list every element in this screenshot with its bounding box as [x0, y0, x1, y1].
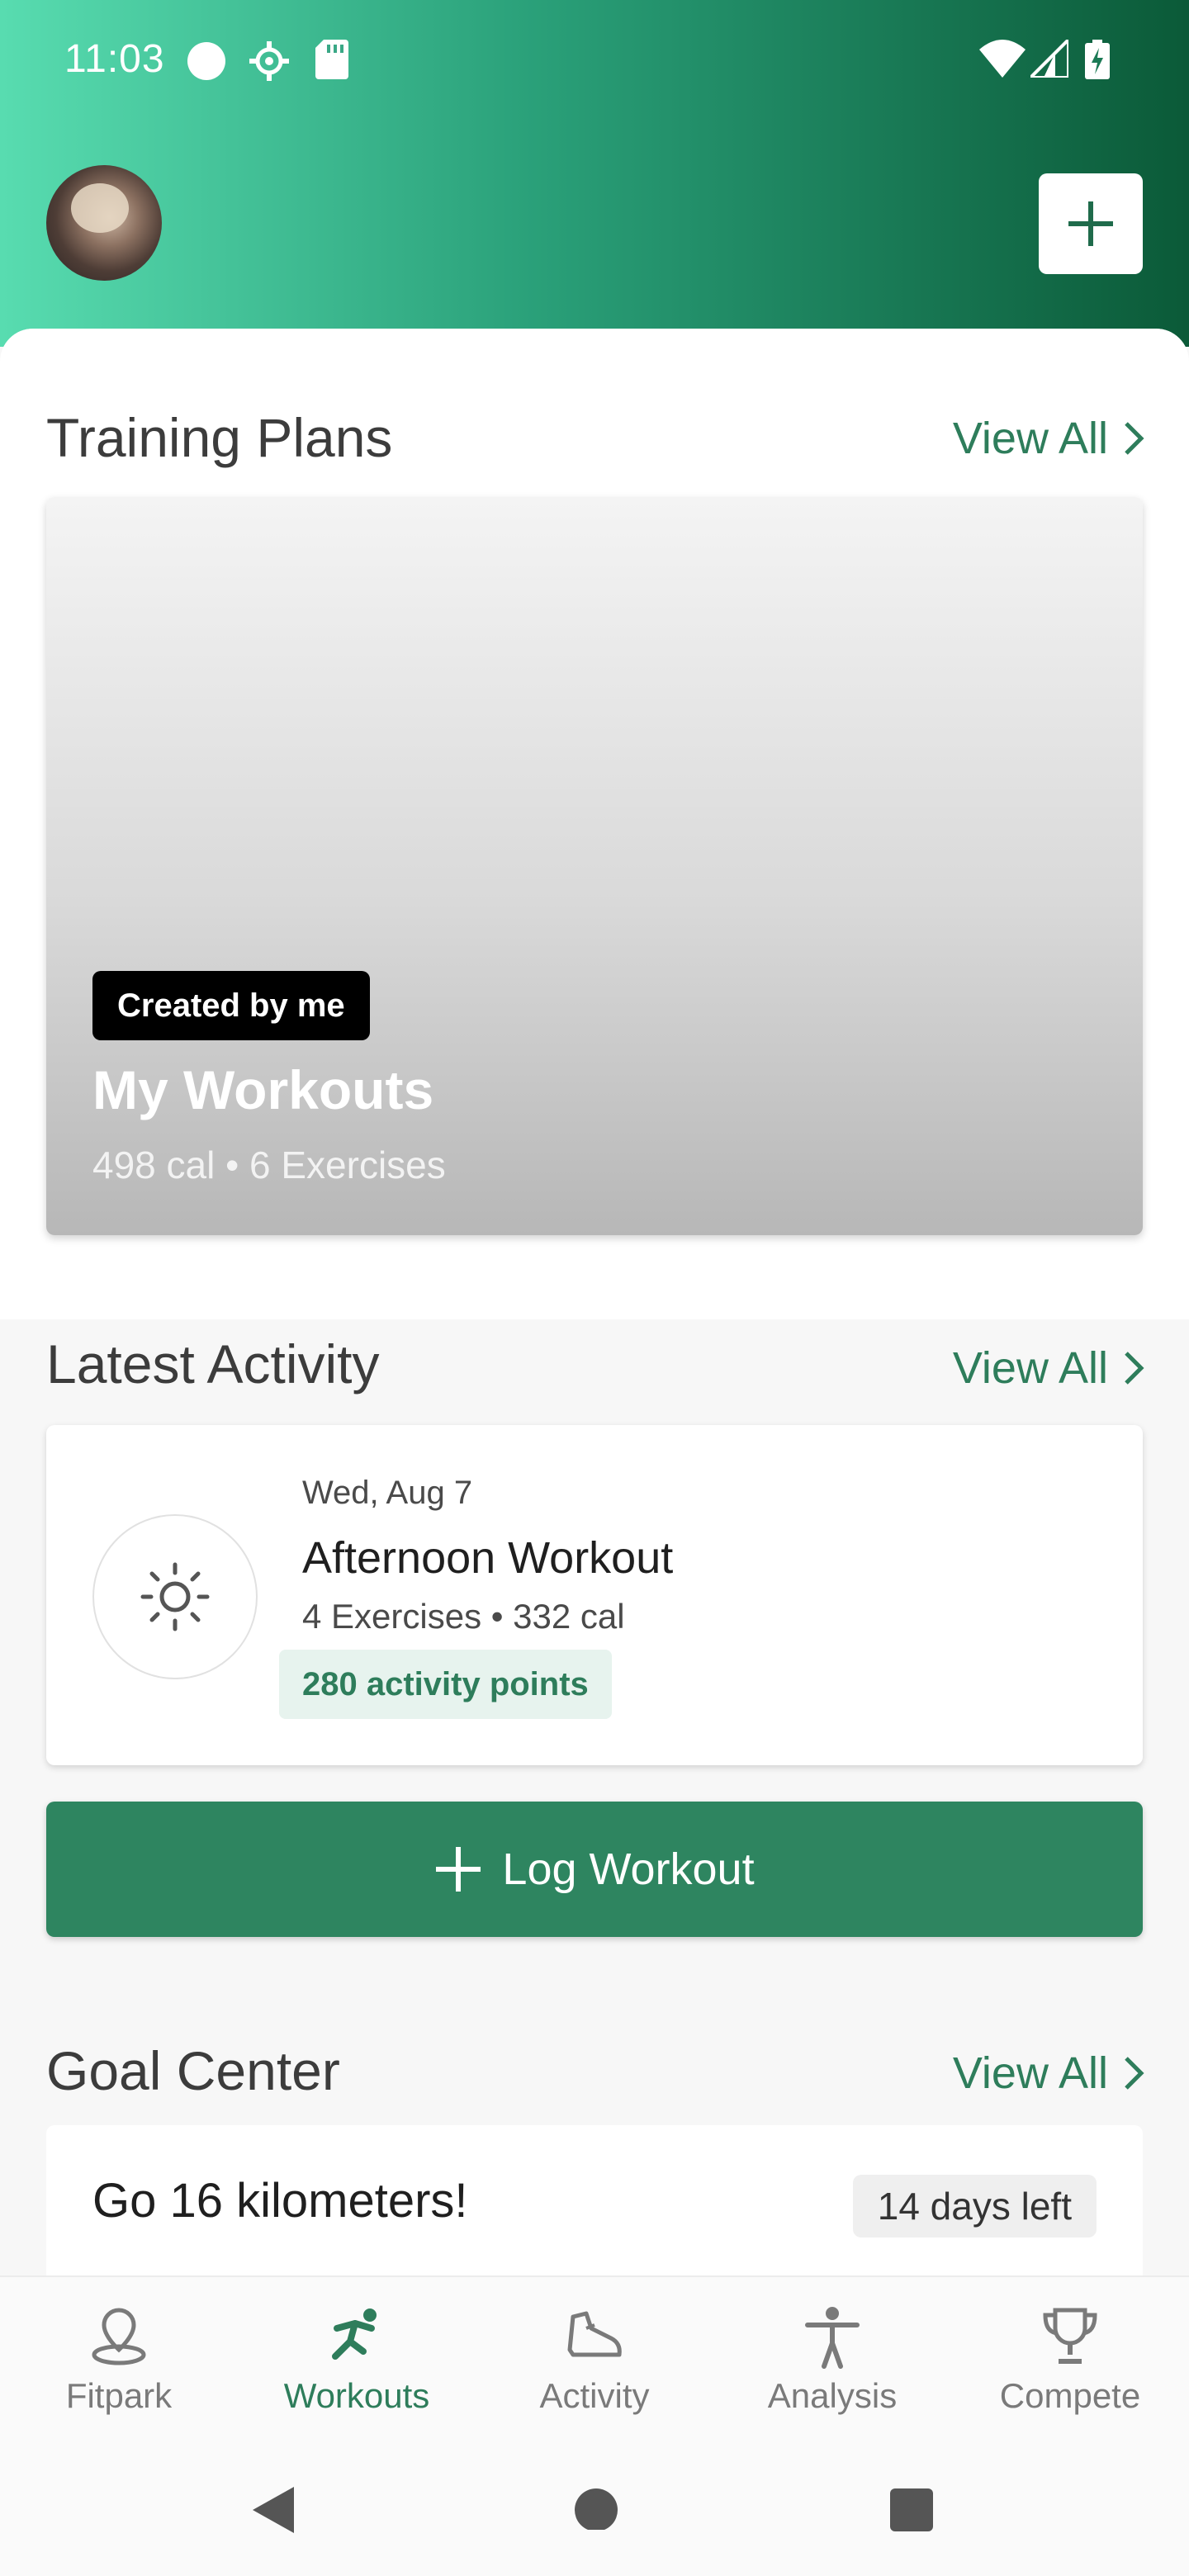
wifi-icon: [979, 40, 1026, 82]
plan-title: My Workouts: [92, 1059, 434, 1120]
nav-label: Activity: [539, 2376, 650, 2415]
nav-item-workouts[interactable]: Workouts: [238, 2277, 476, 2447]
view-all-label: View All: [952, 414, 1108, 463]
activity-points-badge: 280 activity points: [279, 1650, 612, 1719]
back-icon[interactable]: [248, 2484, 297, 2540]
nav-label: Analysis: [767, 2376, 898, 2415]
chevron-right-icon: [1125, 422, 1144, 455]
location-pin-icon: [92, 2308, 146, 2365]
sd-card-icon: [315, 40, 348, 83]
plus-icon: [436, 1847, 481, 1892]
bottom-navigation: Fitpark Workouts Activity Analysis Compe…: [0, 2275, 1189, 2447]
status-bar: 11:03: [0, 0, 1189, 124]
cell-signal-icon: [1026, 36, 1070, 82]
latest-activity-view-all[interactable]: View All: [953, 1342, 1144, 1394]
shoe-icon: [567, 2311, 622, 2357]
view-all-label: View All: [952, 2048, 1108, 2098]
recents-icon[interactable]: [888, 2484, 935, 2537]
log-workout-label: Log Workout: [502, 1844, 755, 1894]
chevron-right-icon: [1125, 2057, 1144, 2090]
user-avatar[interactable]: [46, 165, 162, 281]
battery-charging-icon: [1085, 40, 1110, 83]
goal-days-left-badge: 14 days left: [852, 2175, 1097, 2237]
activity-meta: 4 Exercises • 332 cal: [302, 1597, 625, 1636]
activity-date: Wed, Aug 7: [302, 1475, 473, 1511]
status-time: 11:03: [64, 37, 165, 81]
log-workout-button[interactable]: Log Workout: [46, 1802, 1143, 1937]
runner-icon: [332, 2308, 377, 2360]
training-plan-card[interactable]: Created by me My Workouts 498 cal • 6 Ex…: [46, 497, 1143, 1235]
goal-title: Go 16 kilometers!: [92, 2174, 468, 2228]
training-plans-title: Training Plans: [46, 407, 393, 468]
settings-gear-icon: [248, 40, 291, 87]
sun-icon: [140, 1562, 210, 1631]
notification-dot-icon: [185, 40, 228, 87]
plus-icon: [1068, 201, 1113, 246]
nav-label: Fitpark: [65, 2376, 173, 2415]
home-icon[interactable]: [573, 2484, 619, 2534]
activity-icon-circle: [92, 1514, 258, 1679]
person-icon: [805, 2307, 860, 2369]
goal-center-view-all[interactable]: View All: [953, 2048, 1144, 2099]
training-plans-view-all[interactable]: View All: [953, 413, 1144, 464]
latest-activity-title: Latest Activity: [46, 1333, 380, 1395]
trophy-icon: [1043, 2308, 1097, 2364]
system-navigation-bar: [0, 2446, 1189, 2576]
goal-center-title: Goal Center: [46, 2040, 340, 2101]
nav-item-compete[interactable]: Compete: [951, 2277, 1189, 2447]
nav-item-analysis[interactable]: Analysis: [713, 2277, 951, 2447]
add-button[interactable]: [1039, 173, 1143, 274]
chevron-right-icon: [1125, 1352, 1144, 1385]
header-banner: 11:03: [0, 0, 1189, 347]
nav-item-fitpark[interactable]: Fitpark: [0, 2277, 238, 2447]
plan-meta: 498 cal • 6 Exercises: [92, 1144, 446, 1186]
activity-card[interactable]: Wed, Aug 7 Afternoon Workout 4 Exercises…: [46, 1425, 1143, 1765]
nav-label: Compete: [999, 2376, 1141, 2415]
nav-label: Workouts: [283, 2376, 430, 2415]
nav-item-activity[interactable]: Activity: [476, 2277, 713, 2447]
created-by-me-badge: Created by me: [92, 971, 370, 1040]
activity-title: Afternoon Workout: [302, 1533, 674, 1583]
view-all-label: View All: [952, 1343, 1108, 1393]
